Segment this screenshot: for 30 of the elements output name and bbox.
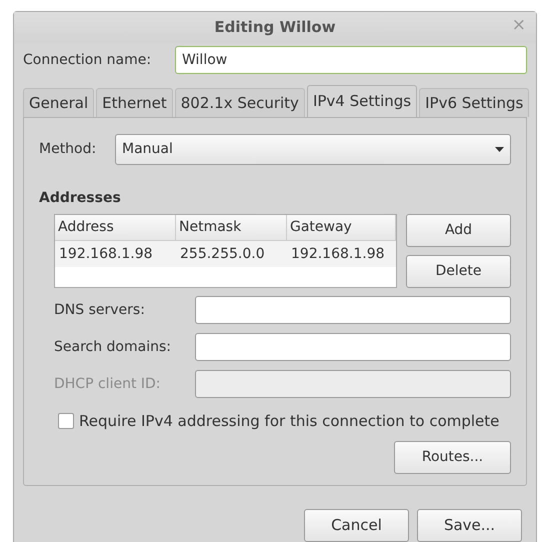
save-button[interactable]: Save... [417,509,522,542]
connection-name-field[interactable]: Willow [175,46,527,74]
connection-name-label: Connection name: [23,50,152,70]
column-header[interactable]: Address [55,215,176,240]
text-field[interactable] [195,333,511,361]
tab[interactable]: 802.1x Security [174,88,305,117]
tab[interactable]: General [23,88,94,117]
column-header[interactable]: Netmask [176,215,287,240]
method-label: Method: [39,140,98,159]
field-label: Search domains: [54,338,172,356]
table-cell-text: 192.168.1.98 [58,244,154,264]
cancel-button[interactable]: Cancel [304,509,409,542]
section-heading: Addresses [39,189,122,208]
checkbox[interactable] [58,413,74,430]
table-cell-text: 255.255.0.0 [179,244,266,264]
window-title: Editing Willow [214,17,336,38]
field-label: DNS servers: [54,300,146,320]
field-label: DHCP client ID: [54,374,162,394]
column-header[interactable]: Gateway [287,215,396,240]
tab[interactable]: Ethernet [96,88,173,117]
text-field[interactable] [195,296,511,324]
add-button[interactable]: Add [406,214,511,247]
tab[interactable]: IPv6 Settings [419,88,530,117]
routes-button[interactable]: Routes... [394,440,511,474]
tab[interactable]: IPv4 Settings [306,85,418,117]
dropdown-caret-icon [495,147,504,152]
delete-button[interactable]: Delete [406,255,511,288]
checkbox-label: Require IPv4 addressing for this connection to complete [79,411,500,432]
method-dropdown[interactable]: Manual [115,134,511,165]
table-cell-text: 192.168.1.98 [290,244,386,264]
